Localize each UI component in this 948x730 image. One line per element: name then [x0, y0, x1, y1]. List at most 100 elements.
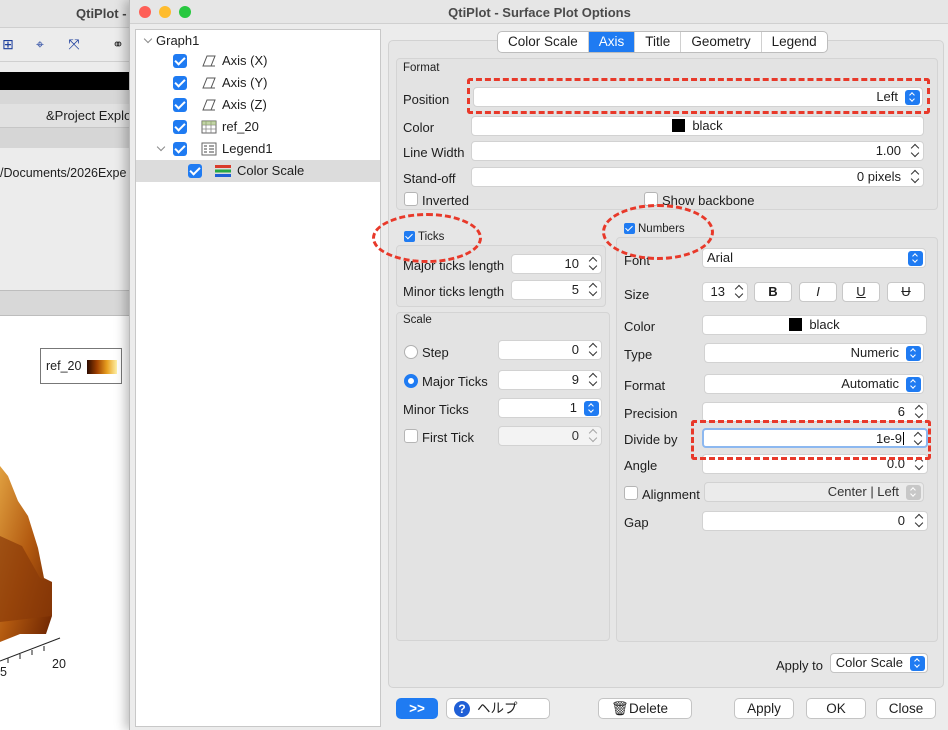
- apply-button[interactable]: Apply: [734, 698, 794, 719]
- select-arrows-icon: [910, 656, 925, 671]
- position-label: Position: [403, 92, 450, 107]
- axis-tick-label: 20: [52, 657, 66, 671]
- standoff-spinbox[interactable]: 0 pixels: [471, 167, 924, 187]
- axis-3d-icon: [202, 55, 216, 67]
- minor-ticks-label: Minor Ticks: [403, 402, 469, 417]
- tab-legend[interactable]: Legend: [762, 32, 827, 52]
- tree-item-ref-20[interactable]: ref_20: [136, 116, 380, 138]
- gap-label: Gap: [624, 515, 649, 530]
- help-label: ヘルプ: [477, 701, 518, 716]
- tree-item-color-scale[interactable]: Color Scale: [136, 160, 380, 182]
- major-ticks-length-value: 10: [564, 256, 579, 271]
- tab-title[interactable]: Title: [635, 32, 682, 52]
- precision-spinbox[interactable]: 6: [702, 402, 928, 422]
- spin-arrows-icon[interactable]: [913, 404, 925, 420]
- spin-arrows-icon[interactable]: [587, 428, 599, 444]
- bold-button[interactable]: B: [754, 282, 792, 302]
- axes-icon[interactable]: ⌖: [32, 36, 48, 52]
- minor-ticks-value: 1: [569, 400, 577, 415]
- alignment-value: Center | Left: [827, 484, 899, 499]
- legend-color-gradient: [87, 360, 117, 374]
- major-ticks-length-spinbox[interactable]: 10: [511, 254, 602, 274]
- grid-icon[interactable]: ⊞: [0, 36, 16, 52]
- chevron-down-icon[interactable]: [156, 142, 166, 152]
- strikeout-button[interactable]: U: [887, 282, 925, 302]
- major-ticks-radio[interactable]: [404, 374, 418, 388]
- underline-button[interactable]: U: [842, 282, 880, 302]
- spin-arrows-icon[interactable]: [909, 143, 921, 159]
- spin-arrows-icon[interactable]: [587, 282, 599, 298]
- color-scale-icon: [215, 165, 231, 177]
- chevron-down-icon[interactable]: [143, 34, 153, 44]
- binoculars-icon[interactable]: ⚭: [110, 36, 126, 52]
- angle-label: Angle: [624, 458, 658, 473]
- minor-ticks-length-spinbox[interactable]: 5: [511, 280, 602, 300]
- gap-spinbox[interactable]: 0: [702, 511, 928, 531]
- axis-y-checkbox[interactable]: [173, 76, 187, 90]
- tree-item-graph1[interactable]: Graph1: [136, 30, 380, 52]
- tree-item-legend1[interactable]: Legend1: [136, 138, 380, 160]
- type-label: Type: [624, 347, 653, 362]
- ticks-highlight: [372, 213, 482, 263]
- table-icon: [201, 120, 217, 134]
- close-button[interactable]: Close: [876, 698, 936, 719]
- tree-item-label: Graph1: [156, 33, 200, 48]
- first-tick-checkbox[interactable]: [404, 429, 418, 443]
- ok-button[interactable]: OK: [806, 698, 866, 719]
- spin-arrows-icon[interactable]: [909, 169, 921, 185]
- apply-to-select[interactable]: Color Scale: [830, 653, 928, 673]
- axis-x-checkbox[interactable]: [173, 54, 187, 68]
- alignment-select[interactable]: Center | Left: [704, 482, 924, 502]
- delete-button[interactable]: 🗑 Delete: [598, 698, 692, 719]
- tab-axis[interactable]: Axis: [588, 32, 636, 52]
- numbers-highlight: [602, 204, 714, 260]
- font-size-spinbox[interactable]: 13: [702, 282, 748, 302]
- step-spinbox[interactable]: 0: [498, 340, 602, 360]
- project-explorer-tab[interactable]: &Project Explo: [0, 104, 140, 128]
- tab-color-scale[interactable]: Color Scale: [498, 32, 589, 52]
- format-select[interactable]: Automatic: [704, 374, 924, 394]
- first-tick-spinbox[interactable]: 0: [498, 426, 602, 446]
- line-width-spinbox[interactable]: 1.00: [471, 141, 924, 161]
- legend-icon: [201, 142, 217, 156]
- alignment-label: Alignment: [642, 487, 700, 502]
- format-value: Automatic: [841, 376, 899, 391]
- tree-item-axis-x[interactable]: Axis (X): [136, 50, 380, 72]
- italic-button[interactable]: I: [799, 282, 837, 302]
- gap-value: 0: [897, 513, 905, 528]
- step-radio[interactable]: [404, 345, 418, 359]
- tab-geometry[interactable]: Geometry: [681, 32, 762, 52]
- font-value: Arial: [707, 250, 734, 265]
- axis-tick-label: 5: [0, 665, 7, 679]
- axis-color-button[interactable]: black: [471, 116, 924, 136]
- line-width-label: Line Width: [403, 145, 465, 160]
- background-toolbar: ⊞ ⌖ ⤧ ⚭: [0, 28, 140, 62]
- major-ticks-spinbox[interactable]: 9: [498, 370, 602, 390]
- inverted-checkbox[interactable]: [404, 192, 418, 206]
- tree-item-axis-y[interactable]: Axis (Y): [136, 72, 380, 94]
- ref-20-checkbox[interactable]: [173, 120, 187, 134]
- fit-icon[interactable]: ⤧: [66, 36, 82, 52]
- numbers-color-button[interactable]: black: [702, 315, 927, 335]
- background-black-bar: [0, 72, 140, 90]
- font-select[interactable]: Arial: [702, 248, 926, 268]
- position-highlight: [467, 78, 930, 114]
- minor-ticks-select[interactable]: 1: [498, 398, 602, 418]
- step-value: 0: [571, 342, 579, 357]
- spin-arrows-icon[interactable]: [587, 342, 599, 358]
- spin-arrows-icon[interactable]: [733, 284, 745, 300]
- axis-z-checkbox[interactable]: [173, 98, 187, 112]
- spin-arrows-icon[interactable]: [587, 256, 599, 272]
- apply-to-label: Apply to: [776, 658, 823, 673]
- spin-arrows-icon[interactable]: [587, 372, 599, 388]
- tree-item-axis-z[interactable]: Axis (Z): [136, 94, 380, 116]
- legend1-checkbox[interactable]: [173, 142, 187, 156]
- expand-button[interactable]: >>: [396, 698, 438, 719]
- alignment-checkbox[interactable]: [624, 486, 638, 500]
- color-scale-checkbox[interactable]: [188, 164, 202, 178]
- legend-box[interactable]: ref_20: [40, 348, 122, 384]
- type-select[interactable]: Numeric: [704, 343, 924, 363]
- line-width-value: 1.00: [875, 143, 901, 158]
- help-button[interactable]: ? ヘルプ: [446, 698, 550, 719]
- spin-arrows-icon[interactable]: [913, 513, 925, 529]
